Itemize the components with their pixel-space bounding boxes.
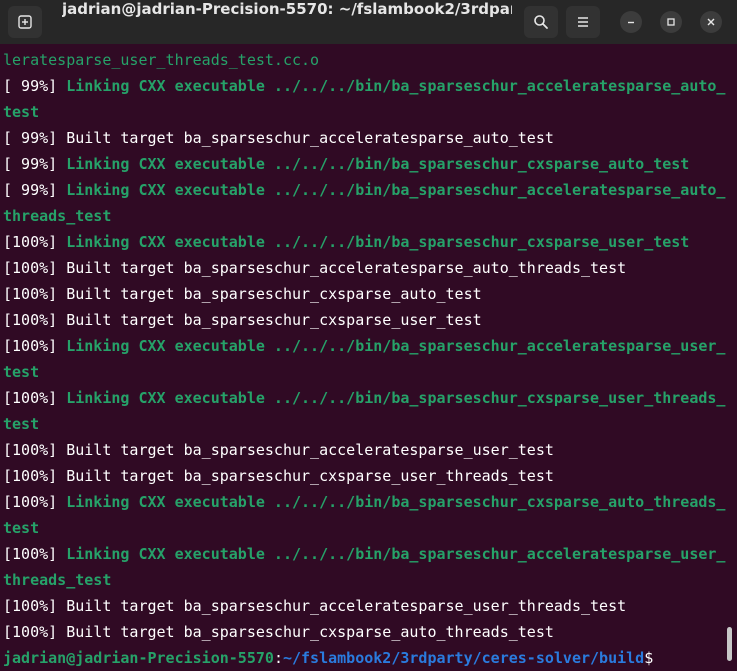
search-icon bbox=[534, 15, 548, 29]
terminal-line: [100%] Linking CXX executable ../../../b… bbox=[3, 489, 725, 515]
line-text: test bbox=[3, 415, 40, 433]
menu-icon bbox=[578, 17, 588, 27]
search-button[interactable] bbox=[524, 6, 558, 38]
terminal-line: [100%] Linking CXX executable ../../../b… bbox=[3, 385, 725, 411]
terminal-line: [100%] Built target ba_sparseschur_accel… bbox=[3, 593, 626, 619]
line-text: test bbox=[3, 103, 40, 121]
line-prefix: [ 99%] bbox=[3, 129, 67, 147]
terminal-line: [ 99%] Built target ba_sparseschur_accel… bbox=[3, 125, 554, 151]
terminal-line: [ 99%] Linking CXX executable ../../../b… bbox=[3, 73, 725, 99]
line-text: test bbox=[3, 363, 40, 381]
line-text: Linking CXX executable ../../../bin/ba_s… bbox=[66, 181, 726, 199]
terminal-line: [100%] Built target ba_sparseschur_cxspa… bbox=[3, 619, 554, 645]
terminal-line: [100%] Linking CXX executable ../../../b… bbox=[3, 541, 725, 567]
line-text: Linking CXX executable ../../../bin/ba_s… bbox=[66, 337, 726, 355]
terminal-line: test bbox=[3, 515, 39, 541]
prompt-path: ~/fslambook2/3rdparty/ceres-solver/build bbox=[282, 649, 645, 667]
terminal-line: leratesparse_user_threads_test.cc.o bbox=[3, 47, 319, 73]
close-button[interactable] bbox=[700, 11, 722, 33]
terminal-line: test bbox=[3, 99, 39, 125]
line-text: Built target ba_sparseschur_cxsparse_aut… bbox=[66, 623, 554, 641]
line-prefix: [100%] bbox=[3, 623, 67, 641]
terminal-line: [100%] Built target ba_sparseschur_cxspa… bbox=[3, 307, 482, 333]
line-prefix: [100%] bbox=[3, 493, 67, 511]
minimize-button[interactable] bbox=[620, 11, 642, 33]
line-prefix: [ 99%] bbox=[3, 155, 67, 173]
terminal-line: [100%] Built target ba_sparseschur_cxspa… bbox=[3, 281, 482, 307]
line-prefix: [100%] bbox=[3, 545, 67, 563]
terminal-line: threads_test bbox=[3, 567, 111, 593]
line-text: Linking CXX executable ../../../bin/ba_s… bbox=[66, 545, 726, 563]
line-text: Built target ba_sparseschur_cxsparse_use… bbox=[66, 467, 554, 485]
terminal-line: [ 99%] Linking CXX executable ../../../b… bbox=[3, 177, 725, 203]
line-text: Linking CXX executable ../../../bin/ba_s… bbox=[66, 233, 690, 251]
line-text: Built target ba_sparseschur_acceleratesp… bbox=[66, 129, 554, 147]
title-bar: jadrian@jadrian-Precision-5570: ~/fslamb… bbox=[0, 0, 737, 44]
terminal-line: [100%] Linking CXX executable ../../../b… bbox=[3, 333, 725, 359]
prompt-separator: : bbox=[273, 649, 283, 667]
terminal-line: [100%] Built target ba_sparseschur_accel… bbox=[3, 437, 554, 463]
maximize-button[interactable] bbox=[660, 11, 682, 33]
line-prefix: [100%] bbox=[3, 285, 67, 303]
line-text: Linking CXX executable ../../../bin/ba_s… bbox=[66, 77, 726, 95]
line-prefix: [100%] bbox=[3, 233, 67, 251]
terminal-line: [100%] Built target ba_sparseschur_cxspa… bbox=[3, 463, 554, 489]
line-prefix: [100%] bbox=[3, 597, 67, 615]
terminal-output[interactable]: leratesparse_user_threads_test.cc.o [ 99… bbox=[0, 47, 725, 669]
menu-button[interactable] bbox=[566, 6, 600, 38]
minimize-icon bbox=[628, 21, 634, 24]
line-text: Linking CXX executable ../../../bin/ba_s… bbox=[66, 155, 690, 173]
line-text: Built target ba_sparseschur_cxsparse_aut… bbox=[66, 285, 482, 303]
new-tab-icon bbox=[18, 15, 32, 29]
line-prefix: [100%] bbox=[3, 389, 67, 407]
line-prefix: [100%] bbox=[3, 311, 67, 329]
line-prefix: [100%] bbox=[3, 441, 67, 459]
line-text: test bbox=[3, 519, 40, 537]
maximize-icon bbox=[667, 18, 675, 26]
line-prefix: [100%] bbox=[3, 467, 67, 485]
line-prefix: [100%] bbox=[3, 337, 67, 355]
line-prefix: [ 99%] bbox=[3, 181, 67, 199]
line-text: threads_test bbox=[3, 571, 112, 589]
new-tab-button[interactable] bbox=[8, 6, 42, 38]
terminal-line: [100%] Linking CXX executable ../../../b… bbox=[3, 229, 689, 255]
line-text: Built target ba_sparseschur_acceleratesp… bbox=[66, 597, 627, 615]
line-text: Built target ba_sparseschur_acceleratesp… bbox=[66, 441, 554, 459]
terminal-line: test bbox=[3, 359, 39, 385]
window-title: jadrian@jadrian-Precision-5570: ~/fslamb… bbox=[62, 0, 512, 18]
line-text: Built target ba_sparseschur_cxsparse_use… bbox=[66, 311, 482, 329]
prompt-user: jadrian@jadrian-Precision-5570 bbox=[3, 649, 274, 667]
line-prefix: [100%] bbox=[3, 259, 67, 277]
terminal-line: test bbox=[3, 411, 39, 437]
line-text: Linking CXX executable ../../../bin/ba_s… bbox=[66, 389, 726, 407]
line-text: leratesparse_user_threads_test.cc.o bbox=[3, 51, 320, 69]
prompt-symbol: $ bbox=[644, 649, 654, 667]
close-icon bbox=[707, 18, 715, 26]
prompt-line[interactable]: jadrian@jadrian-Precision-5570:~/fslambo… bbox=[3, 645, 653, 671]
line-text: Built target ba_sparseschur_acceleratesp… bbox=[66, 259, 627, 277]
terminal-line: [100%] Built target ba_sparseschur_accel… bbox=[3, 255, 626, 281]
scrollbar-thumb[interactable] bbox=[727, 627, 732, 661]
line-text: threads_test bbox=[3, 207, 112, 225]
line-text: Linking CXX executable ../../../bin/ba_s… bbox=[66, 493, 726, 511]
terminal-line: [ 99%] Linking CXX executable ../../../b… bbox=[3, 151, 689, 177]
terminal-line: threads_test bbox=[3, 203, 111, 229]
line-prefix: [ 99%] bbox=[3, 77, 67, 95]
